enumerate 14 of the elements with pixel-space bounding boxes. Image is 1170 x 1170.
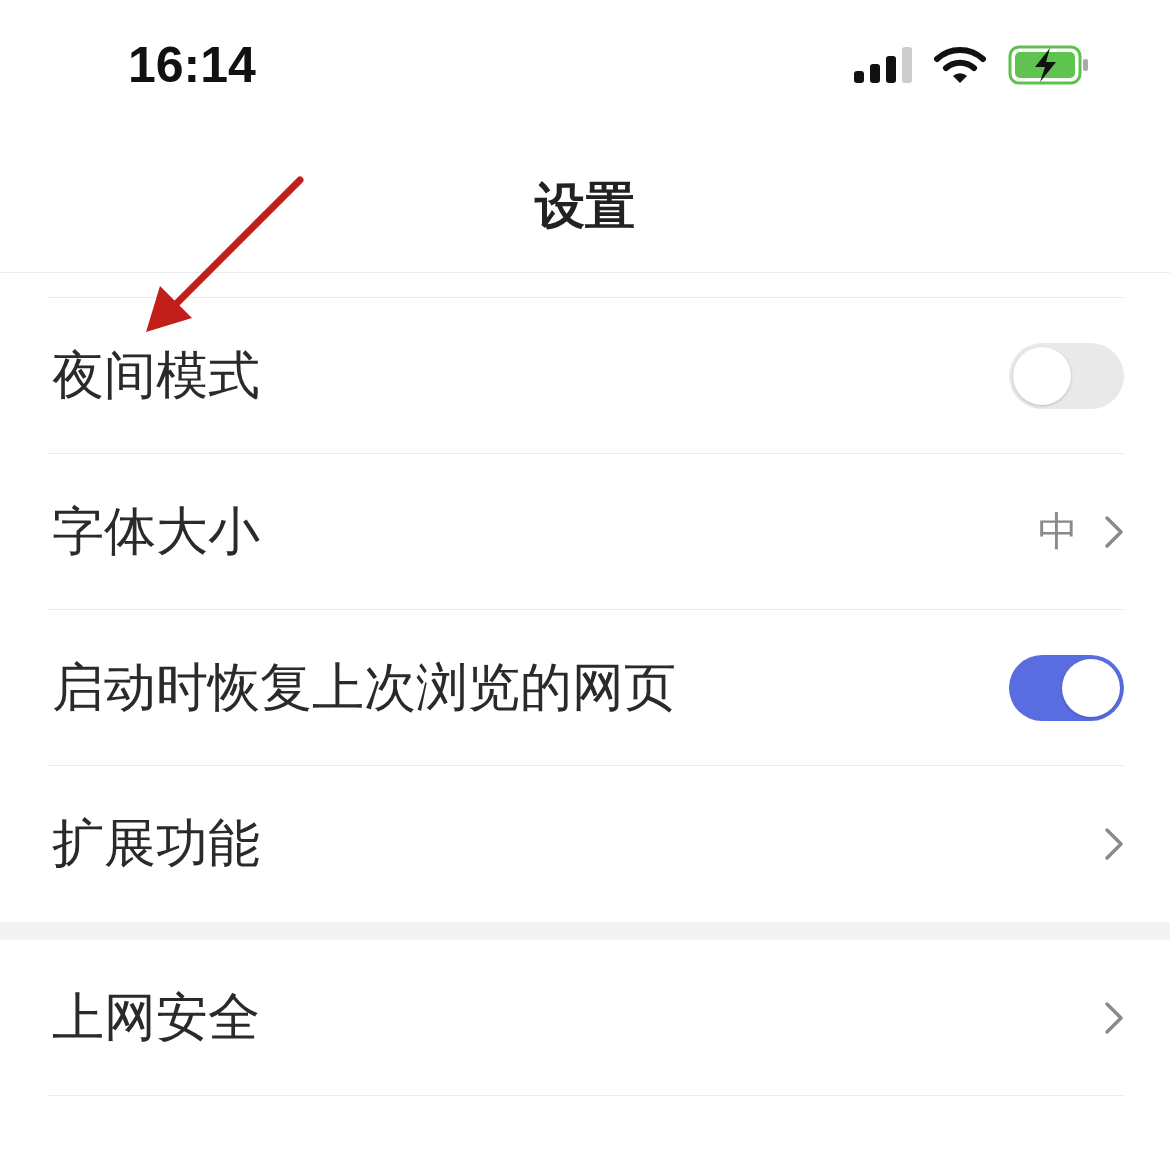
chevron-right-icon [1104,826,1124,861]
setting-label: 夜间模式 [51,344,260,406]
page-title: 设置 [535,176,635,236]
chevron-right-icon [1104,514,1124,549]
status-time: 16:14 [128,36,256,94]
setting-value: 中 [1038,508,1078,555]
chevron-right-icon [1104,1000,1124,1035]
setting-label: 上网安全 [51,986,260,1048]
setting-label: 扩展功能 [51,812,260,874]
battery-charging-icon [1008,45,1090,85]
setting-label: 启动时恢复上次浏览的网页 [51,656,676,718]
signal-icon [854,47,912,83]
setting-label: 字体大小 [51,500,260,562]
wifi-icon [934,46,986,84]
